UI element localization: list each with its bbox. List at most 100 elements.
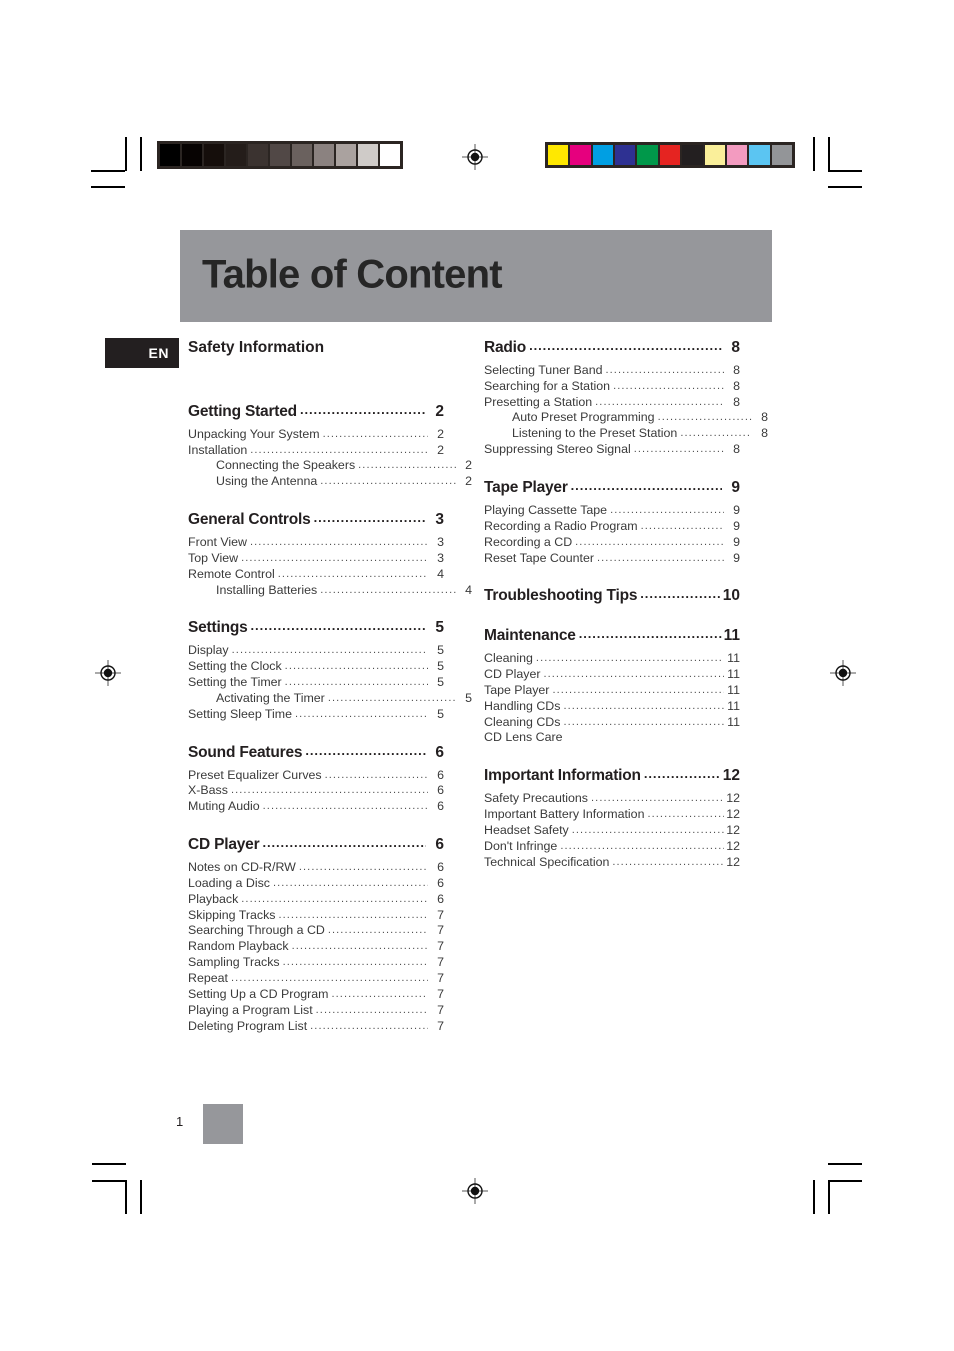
toc-entry[interactable]: Muting Audio............................… [188,799,444,815]
toc-entry-page: 2 [465,458,472,473]
toc-entry[interactable]: Searching for a Station.................… [484,379,740,395]
toc-entry[interactable]: X-Bass..................................… [188,783,444,799]
toc-entry[interactable]: Installation............................… [188,443,444,459]
toc-entry[interactable]: Preset Equalizer Curves.................… [188,768,444,784]
toc-entry[interactable]: Using the Antenna.......................… [188,474,472,490]
toc-entry[interactable]: Technical Specification.................… [484,855,740,871]
toc-entry[interactable]: Installing Batteries....................… [188,583,472,599]
toc-entry[interactable]: Listening to the Preset Station.........… [484,426,768,442]
toc-entry-page: 3 [435,511,444,529]
toc-entry[interactable]: CD Lens Care [484,730,740,746]
toc-entry-page: 9 [733,550,740,565]
toc-section-heading[interactable]: Sound Features..........................… [188,743,444,763]
toc-entry-label: Skipping Tracks [188,907,276,922]
toc-entry-page: 2 [437,426,444,441]
toc-entry-label: Setting Up a CD Program [188,986,329,1001]
toc-entry[interactable]: Random Playback.........................… [188,939,444,955]
toc-section-heading[interactable]: CD Player...............................… [188,835,444,855]
toc-entry-page: 4 [437,566,444,581]
toc-section-heading[interactable]: Radio...................................… [484,338,740,358]
toc-leader-dots: ........................................… [596,551,724,564]
toc-entry[interactable]: Front View..............................… [188,535,444,551]
toc-entry-label: Important Battery Information [484,807,645,822]
crop-mark-line [828,137,830,171]
toc-entry-page: 2 [437,442,444,457]
toc-entry[interactable]: Safety Precautions......................… [484,791,740,807]
crop-mark-line [92,1180,126,1182]
toc-entry[interactable]: Activating the Timer....................… [188,691,472,707]
toc-section-heading[interactable]: Troubleshooting Tips....................… [484,586,740,606]
toc-entry[interactable]: Cleaning................................… [484,651,740,667]
toc-entry[interactable]: Repeat..................................… [188,971,444,987]
toc-entry[interactable]: Reset Tape Counter......................… [484,551,740,567]
toc-entry[interactable]: Auto Preset Programming.................… [484,410,768,426]
toc-leader-dots: ........................................… [322,427,428,440]
registration-target-icon [830,660,856,686]
toc-section-plain[interactable]: Safety Information [188,338,444,358]
toc-entry[interactable]: Top View................................… [188,551,444,567]
toc-entry[interactable]: Playing Cassette Tape...................… [484,503,740,519]
toc-entry[interactable]: Don't Infringe..........................… [484,839,740,855]
toc-leader-dots: ........................................… [250,443,428,456]
calibration-swatch [248,144,270,166]
toc-entry[interactable]: Deleting Program List...................… [188,1019,444,1035]
toc-section-heading[interactable]: Settings................................… [188,618,444,638]
toc-entry-label: Getting Started [188,402,297,420]
toc-entry[interactable]: Tape Player.............................… [484,683,740,699]
toc-section-heading[interactable]: Maintenance.............................… [484,626,740,646]
calibration-swatch [771,145,792,165]
toc-entry[interactable]: Display.................................… [188,643,444,659]
toc-entry[interactable]: Skipping Tracks.........................… [188,908,444,924]
toc-section-heading[interactable]: Tape Player.............................… [484,478,740,498]
toc-entry-label: Tape Player [484,682,550,697]
toc-entry[interactable]: Important Battery Information...........… [484,807,740,823]
toc-entry-label: Sound Features [188,743,303,761]
toc-entry[interactable]: Headset Safety..........................… [484,823,740,839]
toc-entry-label: Loading a Disc [188,875,270,890]
toc-entry[interactable]: Handling CDs............................… [484,699,740,715]
crop-mark-line [828,1163,862,1165]
toc-entry[interactable]: Recording a CD..........................… [484,535,740,551]
toc-entry[interactable]: Cleaning CDs............................… [484,715,740,731]
toc-entry-page: 7 [437,1002,444,1017]
toc-entry[interactable]: CD Player...............................… [484,667,740,683]
calibration-swatch [336,144,358,166]
page-marker-box [203,1104,243,1144]
toc-entry-label: Playback [188,891,239,906]
toc-entry-page: 6 [437,767,444,782]
toc-section-heading[interactable]: General Controls........................… [188,510,444,530]
toc-entry-label: CD Player [188,836,260,854]
toc-entry[interactable]: Notes on CD-R/RW........................… [188,860,444,876]
toc-entry[interactable]: Sampling Tracks.........................… [188,955,444,971]
toc-entry[interactable]: Remote Control..........................… [188,567,444,583]
page-title-banner: Table of Content [180,230,772,322]
toc-entry-page: 6 [435,743,444,761]
toc-entry[interactable]: Presetting a Station....................… [484,395,740,411]
calibration-swatch [226,144,248,166]
toc-entry[interactable]: Playing a Program List..................… [188,1003,444,1019]
toc-entry-label: Random Playback [188,939,289,954]
toc-section-heading[interactable]: Important Information...................… [484,766,740,786]
calibration-swatch [592,145,616,165]
toc-entry[interactable]: Connecting the Speakers.................… [188,458,472,474]
toc-entry[interactable]: Unpacking Your System...................… [188,427,444,443]
toc-entry[interactable]: Suppressing Stereo Signal...............… [484,442,740,458]
crop-mark-line [125,1180,127,1214]
toc-entry[interactable]: Searching Through a CD..................… [188,923,444,939]
toc-leader-dots: ........................................… [313,510,426,526]
toc-column-right: Radio...................................… [484,338,768,871]
toc-entry[interactable]: Playback................................… [188,892,444,908]
toc-entry[interactable]: Setting Sleep Time......................… [188,707,444,723]
toc-entry[interactable]: Setting Up a CD Program.................… [188,987,444,1003]
toc-entry[interactable]: Setting the Clock.......................… [188,659,444,675]
toc-entry[interactable]: Setting the Timer.......................… [188,675,444,691]
toc-entry[interactable]: Loading a Disc..........................… [188,876,444,892]
toc-section-heading[interactable]: Getting Started.........................… [188,402,444,422]
toc-entry-label: Suppressing Stereo Signal [484,442,631,457]
toc-entry-label: Selecting Tuner Band [484,362,603,377]
toc-entry-page: 6 [437,799,444,814]
toc-entry[interactable]: Selecting Tuner Band....................… [484,363,740,379]
calibration-swatch [270,144,292,166]
toc-entry[interactable]: Recording a Radio Program...............… [484,519,740,535]
